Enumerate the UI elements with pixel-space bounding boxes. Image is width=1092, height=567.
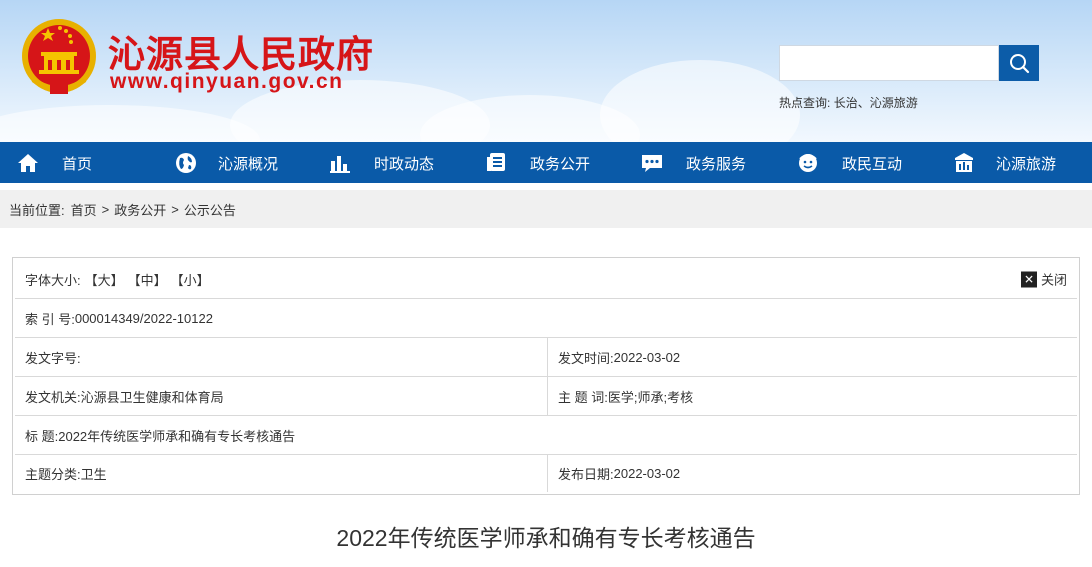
index-row: 索 引 号: 000014349/2022-10122 [15, 299, 1077, 338]
close-icon: ✕ [1020, 271, 1037, 287]
nav-item-news[interactable]: 时政动态 [312, 142, 468, 183]
chat-icon [642, 155, 662, 172]
site-url: www.qinyuan.gov.cn [110, 70, 344, 93]
issuer-value: 沁源县卫生健康和体育局 [80, 389, 224, 405]
search-icon [1010, 54, 1030, 74]
breadcrumb: 当前位置: 首页 > 政务公开 > 公示公告 [0, 190, 1092, 228]
subject-words-value: 医学;师承;考核 [607, 389, 694, 405]
issue-time-value: 2022-03-02 [613, 349, 681, 365]
title-label: 标 题: [25, 428, 59, 444]
breadcrumb-separator: > [171, 201, 179, 217]
issue-time-label: 发文时间: [558, 350, 614, 366]
hot-search-separator: 、 [857, 96, 870, 110]
breadcrumb-separator: > [101, 201, 110, 217]
doc-no-row: 发文字号: 发文时间: 2022-03-02 [15, 338, 1077, 377]
nav-item-services[interactable]: 政务服务 [624, 142, 780, 183]
nav-label: 政务服务 [686, 156, 747, 173]
nav-item-public-affairs[interactable]: 政务公开 [468, 142, 624, 183]
breadcrumb-label: 当前位置: [9, 202, 65, 218]
document-icon [487, 153, 505, 171]
index-value: 000014349/2022-10122 [74, 310, 213, 326]
close-label: 关闭 [1040, 272, 1067, 288]
hot-search-link-tourism[interactable]: 沁源旅游 [870, 96, 918, 110]
nav-label: 沁源概况 [218, 156, 279, 173]
nav-label: 时政动态 [374, 156, 435, 173]
article-title: 2022年传统医学师承和确有专长考核通告 [336, 525, 756, 551]
nav-label: 沁源旅游 [996, 156, 1057, 173]
subject-words-label: 主 题 词: [558, 389, 608, 405]
title-row: 标 题: 2022年传统医学师承和确有专长考核通告 [15, 416, 1077, 455]
breadcrumb-announcements[interactable]: 公示公告 [184, 200, 236, 219]
search-button[interactable] [999, 45, 1039, 81]
nav-label: 政民互动 [842, 156, 903, 173]
publish-date-label: 发布日期: [558, 467, 614, 482]
nav-item-tourism[interactable]: 沁源旅游 [936, 142, 1092, 183]
nav-label: 首页 [62, 156, 93, 173]
document-info-table: 字体大小: 【大】 【中】 【小】 ✕ 关闭 索 引 号: 000014349/… [12, 257, 1080, 495]
national-emblem-icon [22, 19, 96, 94]
home-icon [18, 154, 38, 172]
font-size-small[interactable]: 【小】 [171, 270, 210, 289]
font-size-row: 字体大小: 【大】 【中】 【小】 ✕ 关闭 [15, 260, 1077, 299]
nav-item-home[interactable]: 首页 [0, 142, 156, 183]
nav-item-interaction[interactable]: 政民互动 [780, 142, 936, 183]
font-size-label: 字体大小: [25, 272, 81, 288]
search-input[interactable] [779, 45, 999, 81]
category-value: 卫生 [80, 467, 107, 482]
publish-date-value: 2022-03-02 [613, 466, 681, 481]
landmark-icon [955, 153, 973, 172]
close-button[interactable]: ✕ 关闭 [1020, 270, 1067, 289]
issuer-row: 发文机关: 沁源县卫生健康和体育局 主 题 词: 医学;师承;考核 [15, 377, 1077, 416]
hot-search-label: 热点查询: [779, 96, 831, 110]
doc-no-label: 发文字号: [25, 350, 81, 366]
title-value: 2022年传统医学师承和确有专长考核通告 [58, 428, 296, 444]
font-size-medium[interactable]: 【中】 [128, 270, 167, 289]
globe-icon [176, 153, 196, 173]
index-label: 索 引 号: [25, 311, 75, 327]
breadcrumb-public-affairs[interactable]: 政务公开 [114, 200, 166, 219]
site-header: 沁源县人民政府 www.qinyuan.gov.cn 热点查询: 长治、沁源旅游 [0, 0, 1092, 142]
main-nav: 首页 沁源概况 时政动态 政务公开 政务服务 政民互动 沁源旅游 [0, 142, 1092, 183]
font-size-large[interactable]: 【大】 [85, 270, 124, 289]
nav-item-overview[interactable]: 沁源概况 [156, 142, 312, 183]
bar-chart-icon [330, 156, 350, 173]
breadcrumb-home[interactable]: 首页 [71, 200, 97, 219]
nav-label: 政务公开 [530, 156, 591, 173]
people-icon [799, 154, 817, 172]
category-row: 主题分类: 卫生 发布日期: 2022-03-02 [15, 455, 1077, 492]
issuer-label: 发文机关: [25, 389, 81, 405]
category-label: 主题分类: [25, 467, 81, 482]
hot-search-link-changzhi[interactable]: 长治 [834, 96, 858, 110]
hot-search: 热点查询: 长治、沁源旅游 [779, 94, 918, 111]
